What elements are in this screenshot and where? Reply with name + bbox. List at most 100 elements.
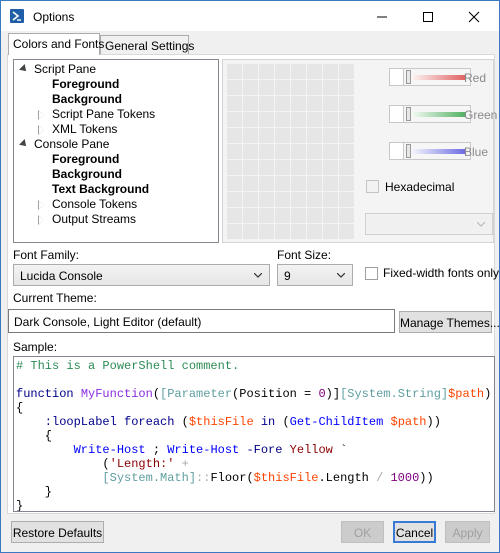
tree-item-script-foreground[interactable]: Foreground <box>52 77 119 92</box>
color-swatch-cell[interactable] <box>227 192 242 207</box>
color-swatch-cell[interactable] <box>339 144 354 159</box>
color-swatch-cell[interactable] <box>227 112 242 127</box>
color-swatch-cell[interactable] <box>275 144 290 159</box>
color-swatch-cell[interactable] <box>339 224 354 239</box>
color-swatch-cell[interactable] <box>323 176 338 191</box>
color-swatch-cell[interactable] <box>275 192 290 207</box>
red-slider-thumb[interactable] <box>406 70 411 84</box>
color-swatch-cell[interactable] <box>339 96 354 111</box>
color-swatch-cell[interactable] <box>227 160 242 175</box>
cancel-button[interactable]: Cancel <box>393 521 436 543</box>
color-swatch-cell[interactable] <box>259 64 274 79</box>
color-swatch-cell[interactable] <box>323 144 338 159</box>
color-swatch-cell[interactable] <box>307 128 322 143</box>
color-swatch-cell[interactable] <box>227 224 242 239</box>
color-swatch-cell[interactable] <box>291 224 306 239</box>
color-swatch-cell[interactable] <box>259 224 274 239</box>
title-bar[interactable]: Options <box>1 1 499 31</box>
color-swatch-cell[interactable] <box>227 64 242 79</box>
color-swatch-cell[interactable] <box>339 160 354 175</box>
current-theme-field[interactable]: Dark Console, Light Editor (default) <box>8 309 395 333</box>
color-swatch-cell[interactable] <box>291 144 306 159</box>
color-swatch-cell[interactable] <box>307 144 322 159</box>
restore-defaults-button[interactable]: Restore Defaults <box>11 521 104 543</box>
color-swatch-cell[interactable] <box>323 112 338 127</box>
color-swatch-cell[interactable] <box>275 160 290 175</box>
font-size-dropdown[interactable]: 9 <box>277 264 353 286</box>
expanded-arrow-icon[interactable] <box>19 139 29 149</box>
named-color-dropdown[interactable] <box>365 213 493 235</box>
color-swatch-cell[interactable] <box>307 160 322 175</box>
color-swatch-cell[interactable] <box>275 96 290 111</box>
color-swatch-cell[interactable] <box>323 80 338 95</box>
color-swatch-cell[interactable] <box>243 224 258 239</box>
color-swatch-cell[interactable] <box>259 96 274 111</box>
close-button[interactable] <box>451 1 497 31</box>
blue-slider[interactable] <box>403 142 471 160</box>
color-swatch-cell[interactable] <box>243 64 258 79</box>
color-swatch-cell[interactable] <box>259 144 274 159</box>
minimize-button[interactable] <box>359 1 405 31</box>
color-swatch-cell[interactable] <box>323 208 338 223</box>
color-swatch-cell[interactable] <box>339 64 354 79</box>
color-swatch-cell[interactable] <box>243 144 258 159</box>
color-swatch-cell[interactable] <box>323 160 338 175</box>
color-swatch-cell[interactable] <box>227 144 242 159</box>
color-swatch-cell[interactable] <box>291 64 306 79</box>
color-swatch-cell[interactable] <box>291 176 306 191</box>
tab-general-settings[interactable]: General Settings <box>100 35 194 55</box>
color-swatch-cell[interactable] <box>339 128 354 143</box>
color-swatch-cell[interactable] <box>275 64 290 79</box>
color-swatch-cell[interactable] <box>307 192 322 207</box>
color-swatch-cell[interactable] <box>227 208 242 223</box>
color-swatch-cell[interactable] <box>323 128 338 143</box>
maximize-button[interactable] <box>405 1 451 31</box>
color-swatch-cell[interactable] <box>307 64 322 79</box>
manage-themes-button[interactable]: Manage Themes... <box>399 311 500 333</box>
color-swatch-cell[interactable] <box>339 80 354 95</box>
color-swatch-cell[interactable] <box>307 80 322 95</box>
red-slider[interactable] <box>403 68 471 86</box>
tree-item-text-background[interactable]: Text Background <box>52 182 149 197</box>
color-swatch-cell[interactable] <box>275 208 290 223</box>
color-swatch-grid[interactable] <box>227 64 357 240</box>
color-swatch-cell[interactable] <box>259 192 274 207</box>
tree-item-console-foreground[interactable]: Foreground <box>52 152 119 167</box>
color-swatch-cell[interactable] <box>323 96 338 111</box>
tree-item-console-background[interactable]: Background <box>52 167 122 182</box>
fixed-width-fonts-checkbox[interactable] <box>365 267 378 280</box>
green-slider[interactable] <box>403 105 471 123</box>
color-swatch-cell[interactable] <box>323 64 338 79</box>
color-swatch-cell[interactable] <box>275 80 290 95</box>
green-slider-thumb[interactable] <box>406 107 411 121</box>
color-swatch-cell[interactable] <box>291 208 306 223</box>
color-swatch-cell[interactable] <box>275 112 290 127</box>
color-swatch-cell[interactable] <box>323 192 338 207</box>
color-swatch-cell[interactable] <box>243 112 258 127</box>
color-swatch-cell[interactable] <box>243 96 258 111</box>
color-swatch-cell[interactable] <box>323 224 338 239</box>
color-swatch-cell[interactable] <box>243 80 258 95</box>
font-family-dropdown[interactable]: Lucida Console <box>13 264 270 286</box>
color-swatch-cell[interactable] <box>339 112 354 127</box>
hexadecimal-checkbox[interactable] <box>366 180 379 193</box>
color-swatch-cell[interactable] <box>307 96 322 111</box>
color-swatch-cell[interactable] <box>307 208 322 223</box>
color-swatch-cell[interactable] <box>291 160 306 175</box>
color-swatch-cell[interactable] <box>243 192 258 207</box>
color-swatch-cell[interactable] <box>259 80 274 95</box>
color-swatch-cell[interactable] <box>259 208 274 223</box>
blue-slider-thumb[interactable] <box>406 144 411 158</box>
color-swatch-cell[interactable] <box>259 160 274 175</box>
color-swatch-cell[interactable] <box>275 224 290 239</box>
color-swatch-cell[interactable] <box>291 128 306 143</box>
color-swatch-cell[interactable] <box>227 80 242 95</box>
color-swatch-cell[interactable] <box>339 176 354 191</box>
color-swatch-cell[interactable] <box>291 192 306 207</box>
color-swatch-cell[interactable] <box>275 176 290 191</box>
color-swatch-cell[interactable] <box>339 192 354 207</box>
color-swatch-cell[interactable] <box>243 160 258 175</box>
color-swatch-cell[interactable] <box>227 176 242 191</box>
color-swatch-cell[interactable] <box>291 96 306 111</box>
apply-button[interactable]: Apply <box>445 521 490 543</box>
